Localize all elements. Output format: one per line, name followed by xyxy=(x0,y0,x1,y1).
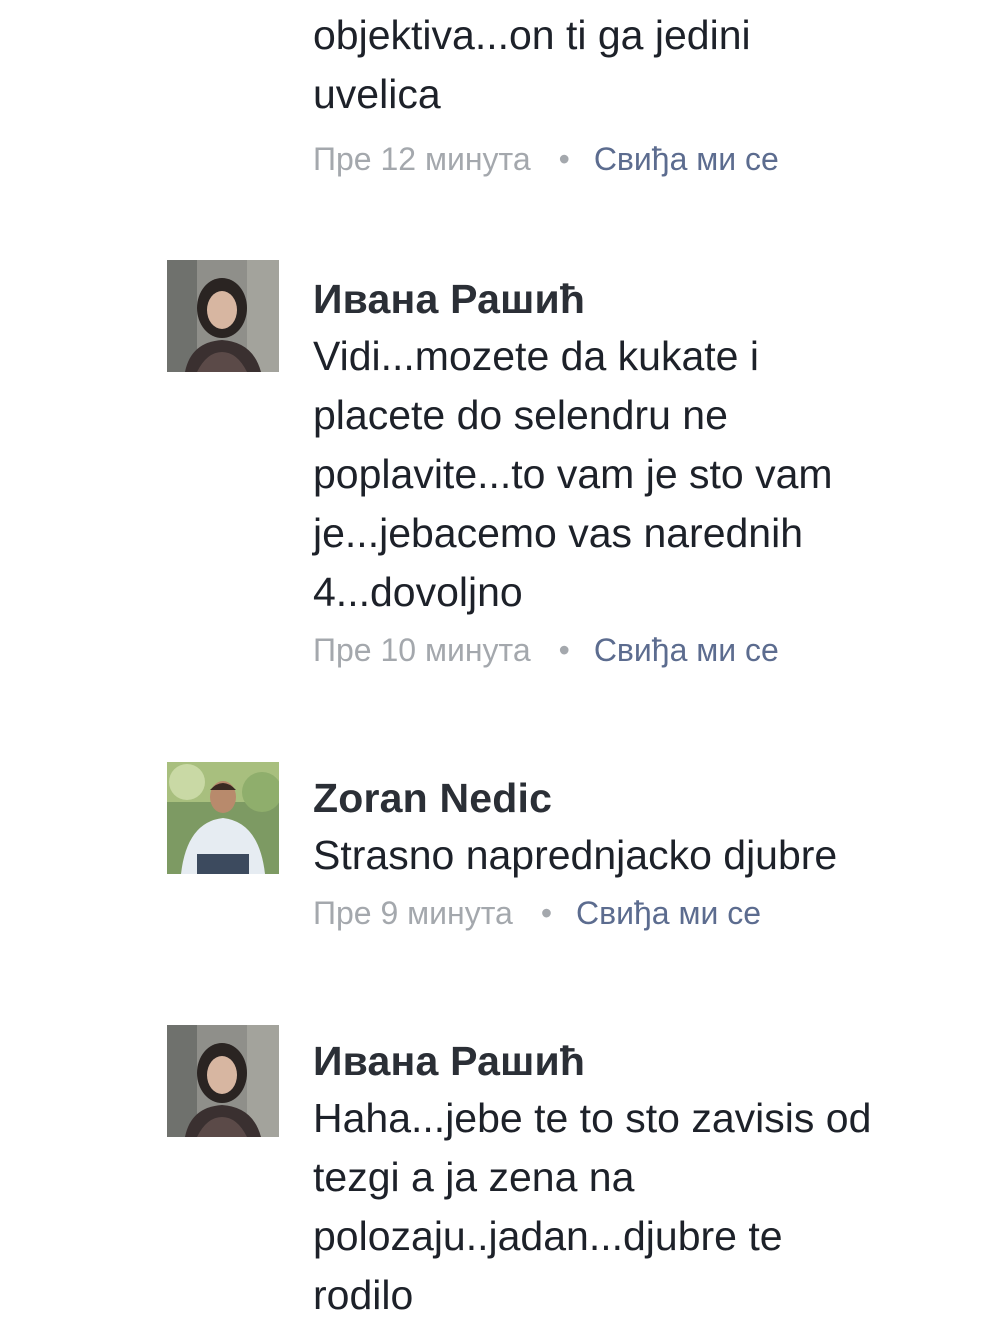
comment-timestamp: Пре 9 минута xyxy=(313,895,513,931)
comment-body: objektiva...on ti ga jedini uvelica Пре … xyxy=(313,6,983,179)
comment-text: Haha...jebe te to sto zavisis od tezgi a… xyxy=(313,1095,872,1318)
avatar-photo-icon xyxy=(167,762,279,874)
avatar-photo-icon xyxy=(167,260,279,372)
separator-dot: • xyxy=(558,632,570,668)
like-link[interactable]: Свиђа ми се xyxy=(594,632,779,668)
avatar[interactable] xyxy=(167,1025,279,1137)
avatar[interactable] xyxy=(167,260,279,372)
comment-author[interactable]: Zoran Nedic xyxy=(313,774,983,822)
comment-text: objektiva...on ti ga jedini uvelica xyxy=(313,12,751,117)
comment-body: Ивана Рашић Vidi...mozete da kukate i pl… xyxy=(313,275,983,670)
comment-author[interactable]: Ивана Рашић xyxy=(313,1037,983,1085)
like-link[interactable]: Свиђа ми се xyxy=(576,895,761,931)
comment-author[interactable]: Ивана Рашић xyxy=(313,275,983,323)
avatar-photo-icon xyxy=(167,1025,279,1137)
separator-dot: • xyxy=(540,895,553,931)
comment-timestamp: Пре 12 минута xyxy=(313,141,531,177)
avatar[interactable] xyxy=(167,762,279,874)
comment-meta: Пре 10 минута • Свиђа ми се xyxy=(313,630,983,670)
comment-timestamp: Пре 10 минута xyxy=(313,632,531,668)
comment-text: Vidi...mozete da kukate i placete do sel… xyxy=(313,333,833,615)
like-link[interactable]: Свиђа ми се xyxy=(594,141,779,177)
comment-meta: Пре 12 минута • Свиђа ми се xyxy=(313,139,983,179)
comment-meta: Пре 9 минута • Свиђа ми се xyxy=(313,893,983,933)
comment-body: Ивана Рашић Haha...jebe te to sto zavisi… xyxy=(313,1037,983,1325)
separator-dot: • xyxy=(558,141,570,177)
comment-text: Strasno naprednjacko djubre xyxy=(313,832,838,878)
comment-body: Zoran Nedic Strasno naprednjacko djubre … xyxy=(313,774,983,933)
